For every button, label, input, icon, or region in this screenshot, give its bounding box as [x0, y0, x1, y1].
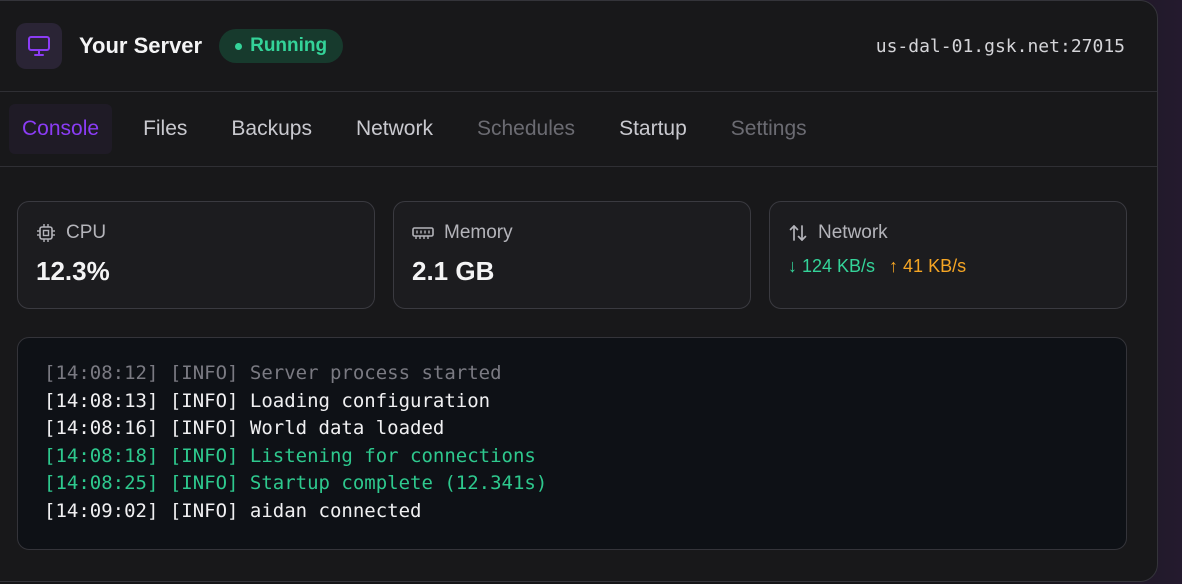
server-header: Your Server Running us-dal-01.gsk.net:27…: [0, 1, 1157, 92]
memory-label: Memory: [444, 222, 513, 243]
log-line: [14:09:02] [INFO] aidan connected: [44, 499, 422, 522]
tab-bar: Console Files Backups Network Schedules …: [0, 92, 1157, 167]
server-address[interactable]: us-dal-01.gsk.net:27015: [876, 36, 1125, 57]
tab-schedules[interactable]: Schedules: [464, 104, 588, 154]
tab-network[interactable]: Network: [343, 104, 446, 154]
download-rate: ↓ 124 KB/s: [788, 256, 876, 276]
log-line: [14:08:13] [INFO] Loading configuration: [44, 389, 491, 412]
memory-icon: [412, 227, 434, 239]
status-badge: Running: [219, 29, 344, 63]
server-title: Your Server: [79, 33, 203, 58]
cpu-card: CPU 12.3%: [17, 201, 375, 309]
tab-files[interactable]: Files: [130, 104, 200, 154]
tab-backups[interactable]: Backups: [218, 104, 325, 154]
network-card-header: Network: [788, 222, 1108, 244]
network-rates: ↓ 124 KB/s ↑ 41 KB/s: [788, 256, 1108, 277]
tab-startup[interactable]: Startup: [606, 104, 700, 154]
network-label: Network: [818, 222, 888, 243]
upload-rate: ↑ 41 KB/s: [889, 256, 967, 276]
memory-card: Memory 2.1 GB: [393, 201, 751, 309]
cpu-card-header: CPU: [36, 222, 356, 244]
log-line: [14:08:16] [INFO] World data loaded: [44, 417, 445, 440]
cpu-icon: [37, 224, 55, 242]
log-line: [14:08:18] [INFO] Listening for connecti…: [44, 444, 536, 467]
console-output[interactable]: [14:08:12] [INFO] Server process started…: [17, 337, 1127, 550]
tab-settings[interactable]: Settings: [718, 104, 820, 154]
memory-value: 2.1 GB: [412, 256, 495, 286]
memory-card-header: Memory: [412, 222, 732, 244]
stats-row: CPU 12.3% Memory 2.1 GB Network ↓ 124 KB…: [17, 201, 1127, 309]
monitor-icon: [16, 23, 62, 69]
cpu-value: 12.3%: [36, 256, 110, 286]
arrows-up-down-icon: [789, 225, 807, 241]
status-dot: [235, 42, 243, 50]
status-label: Running: [250, 35, 328, 56]
log-line: [14:08:12] [INFO] Server process started: [44, 362, 502, 384]
cpu-label: CPU: [66, 222, 107, 243]
network-card: Network ↓ 124 KB/s ↑ 41 KB/s: [769, 201, 1127, 309]
server-panel: Your Server Running us-dal-01.gsk.net:27…: [0, 0, 1158, 582]
tab-console[interactable]: Console: [9, 104, 113, 154]
log-line: [14:08:25] [INFO] Startup complete (12.3…: [44, 472, 548, 495]
